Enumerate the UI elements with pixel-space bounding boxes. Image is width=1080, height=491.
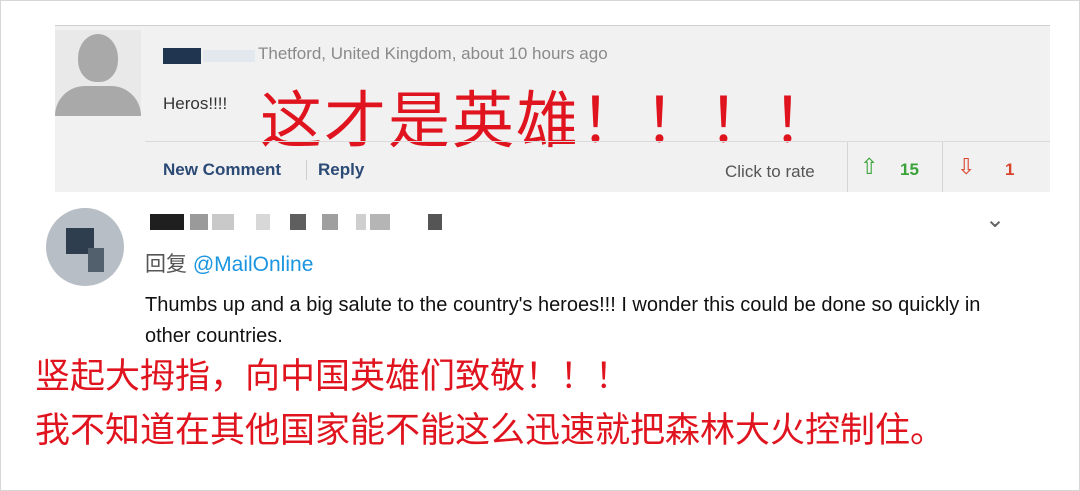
redacted-name [322, 214, 338, 230]
divider [306, 160, 307, 180]
downvote-count: 1 [1005, 160, 1015, 179]
thumbs-down-arrow-icon: ⇩ [957, 154, 976, 179]
chevron-down-icon[interactable]: ⌄ [985, 205, 1005, 234]
tweet-translation-line1: 竖起大拇指，向中国英雄们致敬！！！ [35, 357, 631, 396]
reply-prefix: 回复 [145, 253, 187, 276]
tweet-translation-line2: 我不知道在其他国家能不能这么迅速就把森林大火控制住。 [35, 411, 946, 450]
redacted-name [212, 214, 234, 230]
redacted-name [190, 214, 208, 230]
upvote-count: 15 [900, 160, 919, 179]
redacted-name [256, 214, 270, 230]
comment-text: Heros!!!! [163, 94, 228, 113]
redacted-name [290, 214, 306, 230]
downvote-button[interactable]: ⇩ 1 [942, 142, 1051, 192]
redacted-name [356, 214, 366, 230]
comment-card: Thetford, United Kingdom, about 10 hours… [55, 25, 1050, 192]
mention-link[interactable]: @MailOnline [193, 253, 314, 276]
reply-to-line: 回复 @MailOnline [145, 248, 313, 278]
comment-translation-annotation: 这才是英雄！！！！ [260, 87, 837, 156]
redacted-name [428, 214, 442, 230]
new-comment-link[interactable]: New Comment [163, 160, 281, 180]
avatar-icon [55, 30, 141, 116]
upvote-button[interactable]: ⇧ 15 [847, 142, 943, 192]
comment-meta: Thetford, United Kingdom, about 10 hours… [258, 44, 608, 63]
redacted-username-blur [203, 50, 255, 62]
avatar-icon[interactable] [46, 208, 124, 286]
reply-link[interactable]: Reply [318, 160, 364, 180]
tweet-text: Thumbs up and a big salute to the countr… [145, 294, 981, 347]
thumbs-up-arrow-icon: ⇧ [860, 154, 879, 179]
redacted-username [163, 48, 201, 64]
redacted-name [370, 214, 390, 230]
rate-prompt: Click to rate [725, 162, 815, 181]
redacted-name [150, 214, 184, 230]
